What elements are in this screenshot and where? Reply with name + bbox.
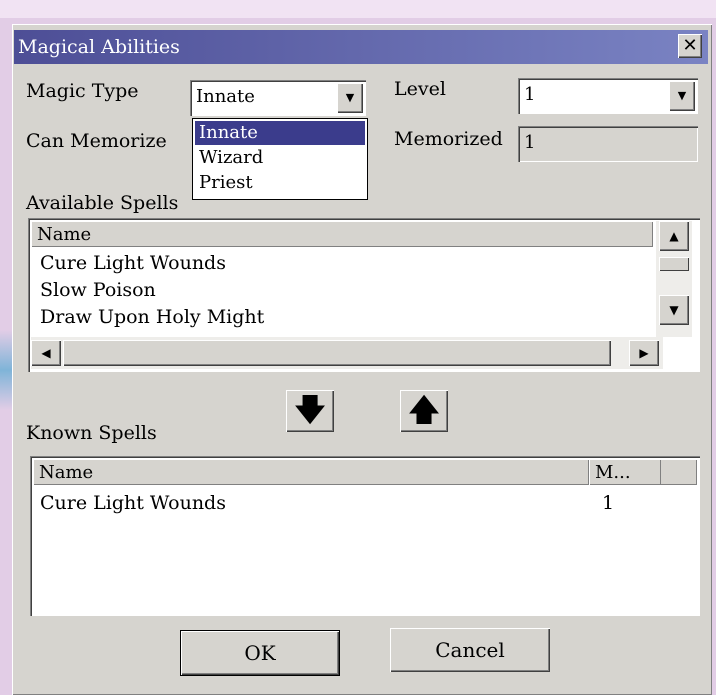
option-wizard[interactable]: Wizard: [195, 146, 365, 170]
column-header-name[interactable]: Name: [33, 459, 589, 485]
memorized-field: 1: [518, 126, 698, 162]
list-item[interactable]: Cure Light Wounds: [40, 492, 226, 514]
level-combo[interactable]: 1 ▼: [518, 78, 698, 114]
available-spells-label: Available Spells: [26, 192, 179, 214]
can-memorize-label: Can Memorize: [26, 130, 167, 152]
scroll-right-icon: ▶: [639, 346, 649, 360]
close-icon: ✕: [682, 35, 698, 56]
column-header-name[interactable]: Name: [31, 221, 653, 247]
ok-button-label: OK: [244, 641, 276, 665]
available-spells-vscrollbar[interactable]: ▲ ▼: [656, 221, 692, 337]
scroll-left-button[interactable]: ◀: [31, 340, 61, 366]
magic-type-value: Innate: [196, 86, 255, 107]
chevron-down-icon: ▼: [677, 89, 687, 102]
option-innate[interactable]: Innate: [195, 121, 365, 145]
list-item-memorized-count: 1: [602, 492, 615, 514]
vertical-scroll-thumb[interactable]: [659, 257, 689, 271]
cancel-button[interactable]: Cancel: [390, 628, 550, 672]
scroll-down-icon: ▼: [669, 303, 679, 317]
page-top-strip: [0, 0, 716, 18]
column-header-memorized[interactable]: M...: [589, 459, 661, 485]
scroll-right-button[interactable]: ▶: [629, 340, 659, 366]
level-dropdown-button[interactable]: ▼: [669, 81, 695, 111]
magic-type-options-list[interactable]: Innate Wizard Priest: [192, 118, 368, 200]
close-button[interactable]: ✕: [678, 34, 702, 58]
title-bar[interactable]: Magical Abilities ✕: [14, 30, 708, 64]
scroll-up-icon: ▲: [669, 229, 679, 243]
up-arrow-icon: 🡅: [408, 393, 440, 428]
available-spells-header: Name: [31, 221, 653, 247]
list-item[interactable]: Draw Upon Holy Might: [40, 306, 264, 328]
window-title: Magical Abilities: [18, 36, 180, 58]
cancel-button-label: Cancel: [435, 638, 505, 662]
memorized-label: Memorized: [394, 128, 503, 150]
available-spells-list[interactable]: Name Cure Light Wounds Slow Poison Draw …: [28, 218, 700, 372]
available-spells-hscrollbar[interactable]: ◀ ▶: [31, 337, 663, 369]
scroll-down-button[interactable]: ▼: [659, 295, 689, 325]
magical-abilities-dialog: Magical Abilities ✕ Magic Type Innate ▼ …: [12, 24, 712, 695]
known-spells-header: Name M...: [33, 459, 697, 485]
down-arrow-icon: 🡇: [294, 393, 326, 428]
known-spells-list[interactable]: Name M... Cure Light Wounds 1: [30, 456, 700, 616]
chevron-down-icon: ▼: [345, 91, 355, 104]
option-priest[interactable]: Priest: [195, 171, 365, 195]
remove-spell-button[interactable]: 🡅: [400, 390, 448, 432]
magic-type-label: Magic Type: [26, 80, 139, 102]
add-spell-button[interactable]: 🡇: [286, 390, 334, 432]
ok-button[interactable]: OK: [180, 630, 340, 676]
horizontal-scroll-thumb[interactable]: [63, 340, 611, 366]
level-value: 1: [524, 84, 536, 105]
list-item[interactable]: Slow Poison: [40, 279, 156, 301]
level-label: Level: [394, 78, 446, 100]
memorized-value: 1: [524, 132, 536, 153]
scroll-left-icon: ◀: [41, 346, 51, 360]
list-item[interactable]: Cure Light Wounds: [40, 252, 226, 274]
magic-type-dropdown-button[interactable]: ▼: [337, 83, 363, 113]
known-spells-label: Known Spells: [26, 422, 157, 444]
scroll-up-button[interactable]: ▲: [659, 221, 689, 251]
magic-type-combo[interactable]: Innate ▼: [190, 80, 366, 116]
